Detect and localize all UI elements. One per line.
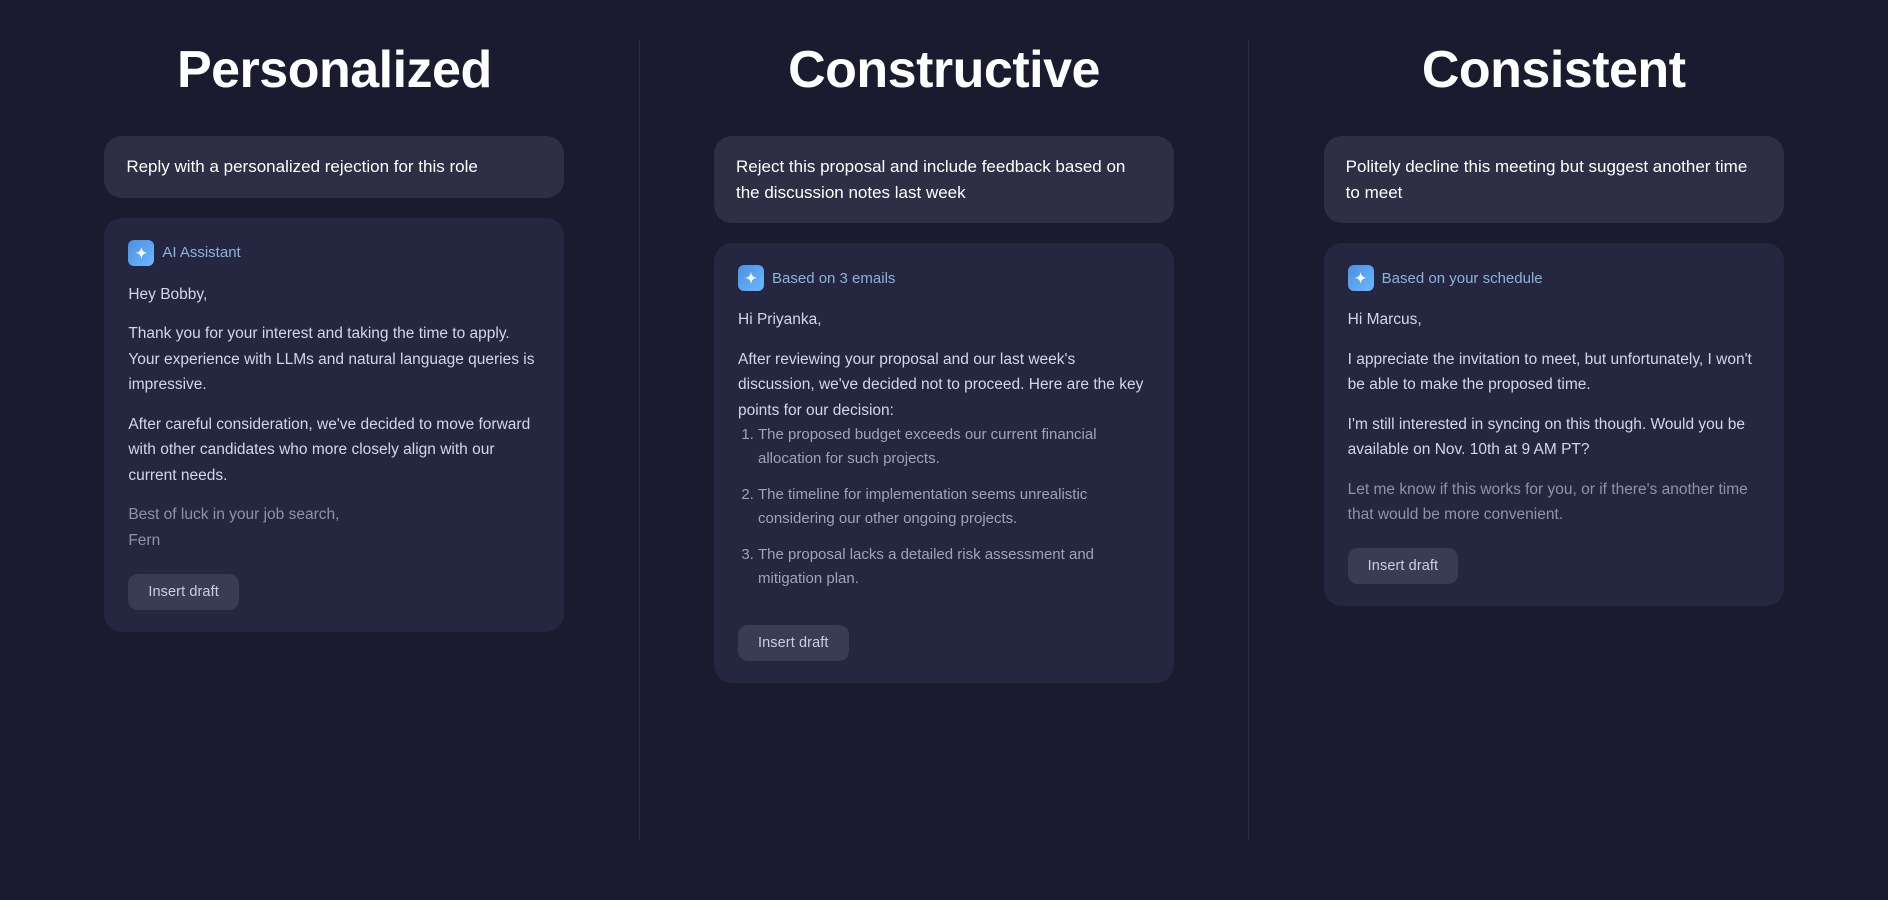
constructive-header-label: Based on 3 emails	[772, 270, 895, 287]
column-personalized: Personalized Reply with a personalized re…	[30, 40, 639, 840]
personalized-prompt: Reply with a personalized rejection for …	[104, 136, 564, 198]
consistent-ai-icon: ✦	[1348, 265, 1374, 291]
constructive-list: The proposed budget exceeds our current …	[738, 423, 1150, 591]
consistent-paragraph-1: I appreciate the invitation to meet, but…	[1348, 347, 1760, 398]
constructive-title: Constructive	[788, 40, 1100, 100]
personalized-title: Personalized	[177, 40, 492, 100]
constructive-ai-icon-symbol: ✦	[745, 271, 757, 285]
constructive-list-item-1: The timeline for implementation seems un…	[758, 483, 1150, 531]
constructive-card-body: Hi Priyanka, After reviewing your proposa…	[738, 307, 1150, 605]
constructive-card-header: ✦ Based on 3 emails	[738, 265, 1150, 291]
constructive-list-item-2: The proposal lacks a detailed risk asses…	[758, 543, 1150, 591]
main-layout: Personalized Reply with a personalized re…	[30, 40, 1858, 840]
consistent-card-header: ✦ Based on your schedule	[1348, 265, 1760, 291]
personalized-ai-icon-symbol: ✦	[135, 246, 147, 260]
consistent-insert-draft-button[interactable]: Insert draft	[1348, 548, 1459, 584]
consistent-paragraph-2: I'm still interested in syncing on this …	[1348, 412, 1760, 463]
constructive-paragraph-0: Hi Priyanka,	[738, 307, 1150, 333]
constructive-insert-draft-button[interactable]: Insert draft	[738, 625, 849, 661]
consistent-ai-icon-symbol: ✦	[1355, 271, 1367, 285]
consistent-paragraph-3: Let me know if this works for you, or if…	[1348, 477, 1760, 528]
personalized-card-header: ✦ AI Assistant	[128, 240, 540, 266]
consistent-response-card: ✦ Based on your schedule Hi Marcus, I appre…	[1324, 243, 1784, 606]
consistent-prompt: Politely decline this meeting but sugges…	[1324, 136, 1784, 223]
personalized-paragraph-2: After careful consideration, we've decid…	[128, 412, 540, 489]
consistent-card-body: Hi Marcus, I appreciate the invitation to…	[1348, 307, 1760, 528]
consistent-paragraph-0: Hi Marcus,	[1348, 307, 1760, 333]
personalized-card-body: Hey Bobby, Thank you for your interest an…	[128, 282, 540, 554]
personalized-header-label: AI Assistant	[162, 244, 240, 261]
personalized-paragraph-3: Best of luck in your job search,Fern	[128, 502, 540, 553]
column-consistent: Consistent Politely decline this meeting …	[1249, 40, 1858, 840]
constructive-response-card: ✦ Based on 3 emails Hi Priyanka, After revi…	[714, 243, 1174, 683]
column-constructive: Constructive Reject this proposal and inc…	[640, 40, 1249, 840]
personalized-paragraph-1: Thank you for your interest and taking t…	[128, 321, 540, 398]
consistent-header-label: Based on your schedule	[1382, 270, 1543, 287]
consistent-title: Consistent	[1422, 40, 1686, 100]
personalized-response-card: ✦ AI Assistant Hey Bobby, Thank you for you…	[104, 218, 564, 632]
personalized-insert-draft-button[interactable]: Insert draft	[128, 574, 239, 610]
constructive-paragraph-1: After reviewing your proposal and our la…	[738, 347, 1150, 424]
constructive-prompt: Reject this proposal and include feedbac…	[714, 136, 1174, 223]
personalized-ai-icon: ✦	[128, 240, 154, 266]
constructive-ai-icon: ✦	[738, 265, 764, 291]
constructive-list-item-0: The proposed budget exceeds our current …	[758, 423, 1150, 471]
personalized-paragraph-0: Hey Bobby,	[128, 282, 540, 308]
